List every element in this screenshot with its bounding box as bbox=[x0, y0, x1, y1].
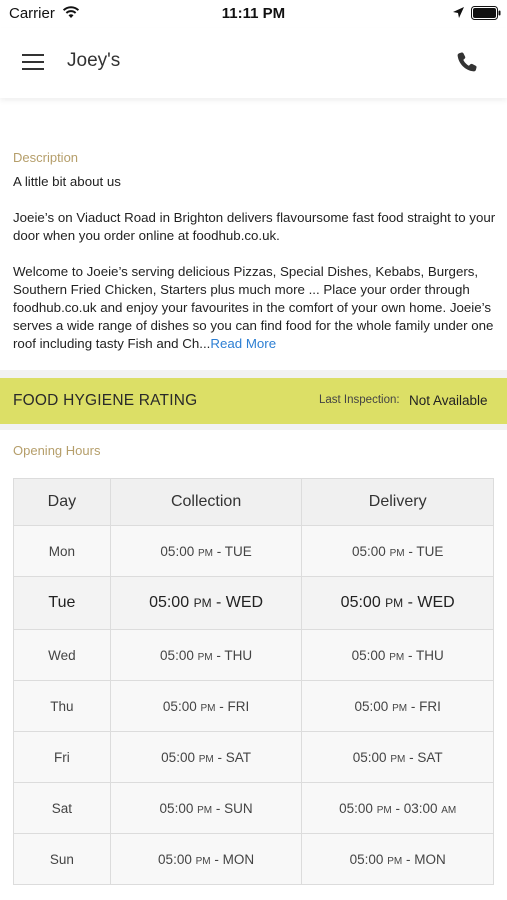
delivery-hours-cell: 05:00 PM - THU bbox=[301, 629, 494, 681]
day-cell: Tue bbox=[13, 576, 111, 630]
time-from: 05:00 bbox=[352, 749, 387, 765]
time-to: SAT bbox=[225, 749, 251, 765]
ampm-from: PM bbox=[193, 596, 212, 610]
day-cell: Thu bbox=[13, 680, 111, 732]
time-from: 05:00 bbox=[162, 698, 197, 714]
day-cell: Sat bbox=[13, 782, 111, 834]
time-to: MON bbox=[222, 851, 255, 867]
time-from: 05:00 bbox=[351, 647, 386, 663]
table-row: Thu 05:00 PM - FRI 05:00 PM - FRI bbox=[13, 680, 494, 732]
hamburger-menu-icon[interactable] bbox=[22, 52, 46, 72]
opening-hours-label: Opening Hours bbox=[13, 443, 101, 458]
time-to: SUN bbox=[224, 800, 253, 816]
time-to: THU bbox=[415, 647, 444, 663]
day-cell: Fri bbox=[13, 731, 111, 783]
delivery-hours-cell: 05:00 PM - WED bbox=[301, 576, 494, 630]
ampm-from: PM bbox=[392, 702, 408, 714]
time-from: 05:00 bbox=[160, 543, 195, 559]
top-navbar: Joey's bbox=[0, 28, 507, 98]
clock: 11:11 PM bbox=[221, 5, 286, 22]
delivery-hours-cell: 05:00 PM - SAT bbox=[301, 731, 494, 783]
delivery-column-header: Delivery bbox=[301, 478, 494, 526]
section-divider bbox=[0, 424, 507, 430]
table-row: Fri 05:00 PM - SAT 05:00 PM - SAT bbox=[13, 731, 494, 783]
time-from: 05:00 bbox=[352, 543, 386, 559]
opening-hours-table: Day Collection Delivery Mon 05:00 PM - TU… bbox=[13, 478, 494, 885]
time-from: 05:00 bbox=[158, 851, 192, 867]
ampm-from: PM bbox=[197, 651, 213, 663]
time-to: WED bbox=[417, 594, 455, 611]
ampm-from: PM bbox=[390, 753, 406, 765]
read-more-link[interactable]: Read More bbox=[210, 336, 276, 351]
delivery-hours-cell: 05:00 PM - MON bbox=[301, 833, 494, 885]
description-paragraph-2: Welcome to Joeie’s serving delicious Piz… bbox=[13, 263, 497, 353]
time-to: MON bbox=[414, 851, 446, 867]
location-arrow-icon bbox=[453, 7, 464, 18]
day-column-header: Day bbox=[13, 478, 111, 526]
time-from: 05:00 bbox=[354, 698, 389, 714]
collection-hours-cell: 05:00 PM - SUN bbox=[109, 782, 303, 834]
collection-hours-cell: 05:00 PM - MON bbox=[109, 833, 303, 885]
time-from: 05:00 bbox=[159, 800, 194, 816]
delivery-hours-cell: 05:00 PM - FRI bbox=[301, 680, 494, 732]
day-cell: Mon bbox=[13, 525, 111, 577]
ampm-from: PM bbox=[198, 753, 214, 765]
collection-hours-cell: 05:00 PM - SAT bbox=[109, 731, 303, 783]
time-from: 05:00 bbox=[340, 594, 381, 611]
description-label: Description bbox=[13, 150, 79, 165]
collection-column-header: Collection bbox=[109, 478, 303, 526]
ampm-from: PM bbox=[195, 855, 211, 867]
ampm-to: AM bbox=[441, 804, 457, 816]
day-cell: Sun bbox=[13, 833, 111, 885]
time-to: TUE bbox=[224, 543, 252, 559]
status-bar: Carrier 11:11 PM bbox=[0, 0, 507, 28]
time-from: 05:00 bbox=[161, 749, 195, 765]
phone-icon[interactable] bbox=[455, 50, 479, 74]
collection-hours-cell: 05:00 PM - WED bbox=[109, 576, 303, 630]
description-paragraph-1: Joeie’s on Viaduct Road in Brighton deli… bbox=[13, 210, 496, 243]
ampm-from: PM bbox=[385, 596, 404, 610]
ampm-from: PM bbox=[197, 804, 213, 816]
ampm-from: PM bbox=[387, 855, 403, 867]
last-inspection-label: Last Inspection: bbox=[319, 394, 400, 406]
section-divider bbox=[0, 370, 507, 378]
time-from: 05:00 bbox=[160, 647, 194, 663]
table-header-row: Day Collection Delivery bbox=[13, 478, 494, 526]
ampm-from: PM bbox=[389, 651, 405, 663]
table-row: Mon 05:00 PM - TUE 05:00 PM - TUE bbox=[13, 525, 494, 577]
time-to: SAT bbox=[417, 749, 443, 765]
ampm-from: PM bbox=[197, 547, 213, 559]
collection-hours-cell: 05:00 PM - THU bbox=[109, 629, 303, 681]
ampm-from: PM bbox=[389, 547, 405, 559]
delivery-hours-cell: 05:00 PM - TUE bbox=[301, 525, 494, 577]
delivery-hours-cell: 05:00 PM - 03:00 AM bbox=[301, 782, 494, 834]
table-row: Sun 05:00 PM - MON 05:00 PM - MON bbox=[13, 833, 494, 885]
collection-hours-cell: 05:00 PM - FRI bbox=[109, 680, 303, 732]
time-to: TUE bbox=[416, 543, 444, 559]
time-to: FRI bbox=[227, 698, 250, 714]
time-from: 05:00 bbox=[149, 594, 190, 611]
food-hygiene-bar: FOOD HYGIENE RATING Last Inspection: Not… bbox=[0, 378, 507, 424]
opening-hours-rows: Mon 05:00 PM - TUE 05:00 PM - TUE Tue 05:0… bbox=[13, 525, 494, 885]
table-row: Tue 05:00 PM - WED 05:00 PM - WED bbox=[13, 576, 494, 630]
collection-hours-cell: 05:00 PM - TUE bbox=[109, 525, 303, 577]
description-heading: A little bit about us bbox=[13, 174, 121, 189]
time-to: THU bbox=[224, 647, 253, 663]
description-block: A little bit about us Joeie’s on Viaduct… bbox=[13, 173, 497, 353]
battery-icon bbox=[471, 6, 501, 20]
time-from: 05:00 bbox=[339, 800, 373, 816]
time-from: 05:00 bbox=[349, 851, 384, 867]
ampm-from: PM bbox=[376, 804, 392, 816]
ampm-from: PM bbox=[200, 702, 216, 714]
time-to: WED bbox=[225, 594, 264, 611]
food-hygiene-title: FOOD HYGIENE RATING bbox=[13, 392, 198, 409]
time-to: FRI bbox=[419, 698, 441, 714]
table-row: Wed 05:00 PM - THU 05:00 PM - THU bbox=[13, 629, 494, 681]
page-title: Joey's bbox=[67, 50, 121, 71]
time-to: 03:00 bbox=[403, 800, 438, 816]
last-inspection-value: Not Available bbox=[409, 393, 488, 408]
table-row: Sat 05:00 PM - SUN 05:00 PM - 03:00 AM bbox=[13, 782, 494, 834]
day-cell: Wed bbox=[13, 629, 111, 681]
